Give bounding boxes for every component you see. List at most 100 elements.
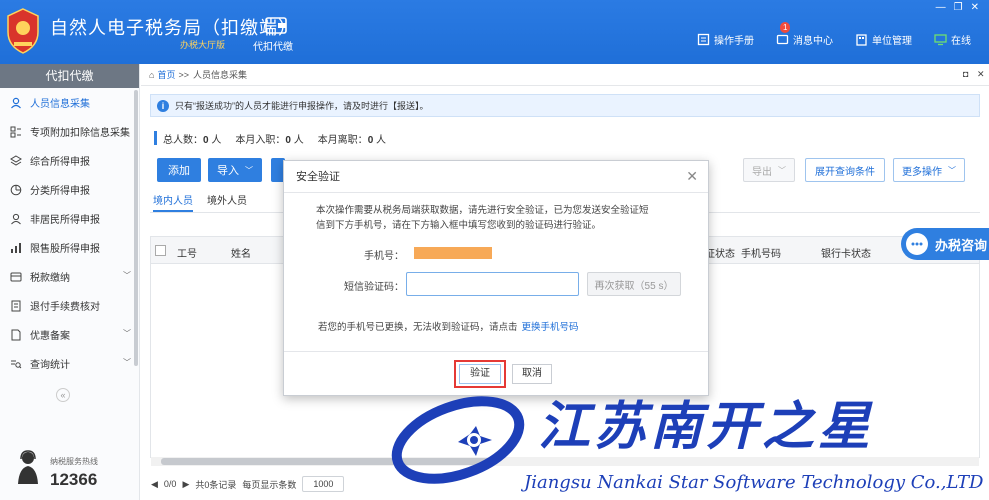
file-icon — [11, 329, 21, 340]
headset-person-icon — [18, 450, 38, 484]
security-verification-dialog: 安全验证 ✕ 本次操作需要从税务局端获取数据，请先进行安全验证，已为您发送安全验… — [283, 160, 709, 396]
col-phone[interactable]: 手机号码 — [741, 245, 781, 260]
link-message-center[interactable]: 1 消息中心 — [776, 22, 833, 47]
select-all-checkbox[interactable] — [155, 245, 166, 256]
phone-label: 手机号： — [364, 251, 404, 262]
hotline-number: 12366 — [50, 470, 98, 489]
watermark-company-name: 江苏南开之星 — [538, 396, 875, 457]
col-name[interactable]: 姓名 — [231, 245, 251, 260]
restore-icon[interactable]: ❐ — [954, 2, 963, 13]
sidebar-item-personnel-info[interactable]: 人员信息采集 — [0, 88, 139, 117]
chevron-down-icon: ﹀ — [948, 165, 956, 175]
wallet-icon — [265, 17, 287, 34]
dialog-footer-divider — [284, 351, 708, 352]
sidebar-item-special-deduction[interactable]: 专项附加扣除信息采集 — [0, 117, 139, 146]
user-icon — [11, 213, 21, 224]
verify-button[interactable]: 验证 — [459, 364, 501, 384]
chevron-down-icon: ﹀ — [123, 271, 131, 280]
notice-bar: i 只有“报送成功”的人员才能进行申报操作，请及时进行【报送】。 — [150, 94, 980, 117]
sms-code-input[interactable] — [406, 272, 579, 296]
import-button[interactable]: 导入 ﹀ — [208, 158, 262, 182]
per-page-label: 每页显示条数 — [242, 479, 297, 490]
change-phone-hint: 若您的手机号已更换，无法收到验证码，请点击 更换手机号码 — [318, 322, 579, 333]
tab-overseas[interactable]: 境外人员 — [207, 192, 247, 212]
chevron-down-icon: ﹀ — [778, 165, 786, 175]
search-list-icon — [11, 360, 22, 368]
window-controls: — ❐ ✕ — [936, 2, 979, 13]
collapse-sidebar-button[interactable]: « — [56, 388, 70, 402]
add-button[interactable]: 添加 — [157, 158, 201, 182]
page-indicator: 0/0 — [163, 479, 177, 489]
change-phone-link[interactable]: 更换手机号码 — [522, 322, 579, 333]
maximize-tab-icon[interactable]: ◘ — [963, 69, 968, 79]
breadcrumb-home[interactable]: 首页 — [157, 68, 175, 81]
chat-icon — [906, 233, 928, 255]
per-page-select[interactable]: 1000 — [302, 476, 345, 492]
dialog-title: 安全验证 — [284, 161, 708, 193]
message-badge: 1 — [780, 22, 791, 33]
stat-left: 本月离职：0 人 — [317, 134, 387, 146]
tax-consult-button[interactable]: 办税咨询 — [901, 228, 989, 260]
dialog-message: 本次操作需要从税务局端获取数据，请先进行安全验证，已为您发送安全验证短信到下方手… — [316, 205, 649, 231]
info-icon: i — [157, 99, 169, 112]
sidebar-scrollbar[interactable] — [134, 90, 138, 366]
personnel-tabs: 境内人员 境外人员 — [153, 192, 247, 212]
more-actions-button[interactable]: 更多操作 ﹀ — [893, 158, 965, 182]
link-unit-management[interactable]: 单位管理 — [855, 32, 912, 47]
pie-icon — [10, 184, 22, 195]
manual-icon — [697, 33, 710, 46]
close-icon[interactable]: ✕ — [686, 169, 698, 183]
chevron-down-icon: ﹀ — [123, 329, 131, 338]
online-icon — [934, 34, 947, 46]
sidebar-item-nonresident-income[interactable]: 非居民所得申报 — [0, 204, 139, 233]
pager: ◀ 0/0 ▶ 共0条记录 每页显示条数 1000 — [151, 476, 345, 492]
minimize-icon[interactable]: — — [936, 2, 946, 13]
message-icon — [776, 34, 789, 45]
unit-icon — [856, 34, 867, 46]
export-button[interactable]: 导出 ﹀ — [743, 158, 795, 182]
personnel-stats: 总人数：0 人 本月入职：0 人 本月离职：0 人 — [154, 131, 387, 146]
sidebar-item-tax-payment[interactable]: 税款缴纳 ﹀ — [0, 262, 139, 291]
layers-icon — [10, 154, 22, 166]
chevron-down-icon: ﹀ — [123, 358, 131, 367]
card-icon — [10, 272, 22, 281]
module-withholding[interactable]: 代扣代缴 — [253, 16, 298, 53]
chevron-down-icon: ﹀ — [245, 165, 253, 175]
col-bank-card-status[interactable]: 银行卡状态 — [821, 245, 871, 260]
bar-chart-icon — [11, 242, 21, 253]
person-icon — [11, 97, 21, 108]
close-window-icon[interactable]: ✕ — [971, 2, 979, 13]
sidebar-item-fee-refund[interactable]: 退付手续费核对 — [0, 291, 139, 320]
cancel-button[interactable]: 取消 — [512, 364, 552, 384]
sidebar-header: 代扣代缴 — [0, 64, 139, 88]
resend-code-button[interactable]: 再次获取（55 s） — [587, 272, 681, 296]
sidebar-item-restricted-stock[interactable]: 限售股所得申报 — [0, 233, 139, 262]
record-count: 共0条记录 — [195, 479, 237, 490]
stat-total: 总人数：0 人 — [163, 134, 222, 146]
sidebar-item-comprehensive-income[interactable]: 综合所得申报 — [0, 146, 139, 175]
col-id-status[interactable]: 证状态 — [705, 245, 735, 260]
home-icon: ⌂ — [149, 69, 155, 80]
sidebar-item-classified-income[interactable]: 分类所得申报 — [0, 175, 139, 204]
prev-page-icon[interactable]: ◀ — [151, 479, 158, 490]
col-employee-id[interactable]: 工号 — [177, 245, 197, 260]
link-manual[interactable]: 操作手册 — [697, 32, 754, 47]
sidebar-item-query-stats[interactable]: 查询统计 ﹀ — [0, 349, 139, 378]
sidebar-item-preferential-filing[interactable]: 优惠备案 ﹀ — [0, 320, 139, 349]
watermark-star-logo — [391, 396, 525, 484]
expand-query-button[interactable]: 展开查询条件 — [805, 158, 885, 182]
top-links: 操作手册 1 消息中心 单位管理 在线 — [697, 22, 971, 47]
link-online[interactable]: 在线 — [934, 32, 971, 47]
breadcrumb-separator: >> — [178, 69, 189, 80]
phone-number-masked — [414, 247, 492, 259]
app-header: 自然人电子税务局（扣缴端） 办税大厅版 代扣代缴 — ❐ ✕ 操作手册 1 消息… — [0, 0, 989, 64]
list-icon — [10, 126, 21, 137]
sms-code-label: 短信验证码： — [344, 282, 404, 293]
tab-domestic[interactable]: 境内人员 — [153, 192, 193, 212]
breadcrumb-current: 人员信息采集 — [192, 70, 247, 80]
document-icon — [11, 300, 21, 311]
close-tab-icon[interactable]: ✕ — [977, 69, 985, 80]
next-page-icon[interactable]: ▶ — [182, 479, 189, 490]
stat-joined: 本月入职：0 人 — [235, 134, 304, 146]
breadcrumb: ⌂ 首页 >> 人员信息采集 — [141, 64, 989, 86]
